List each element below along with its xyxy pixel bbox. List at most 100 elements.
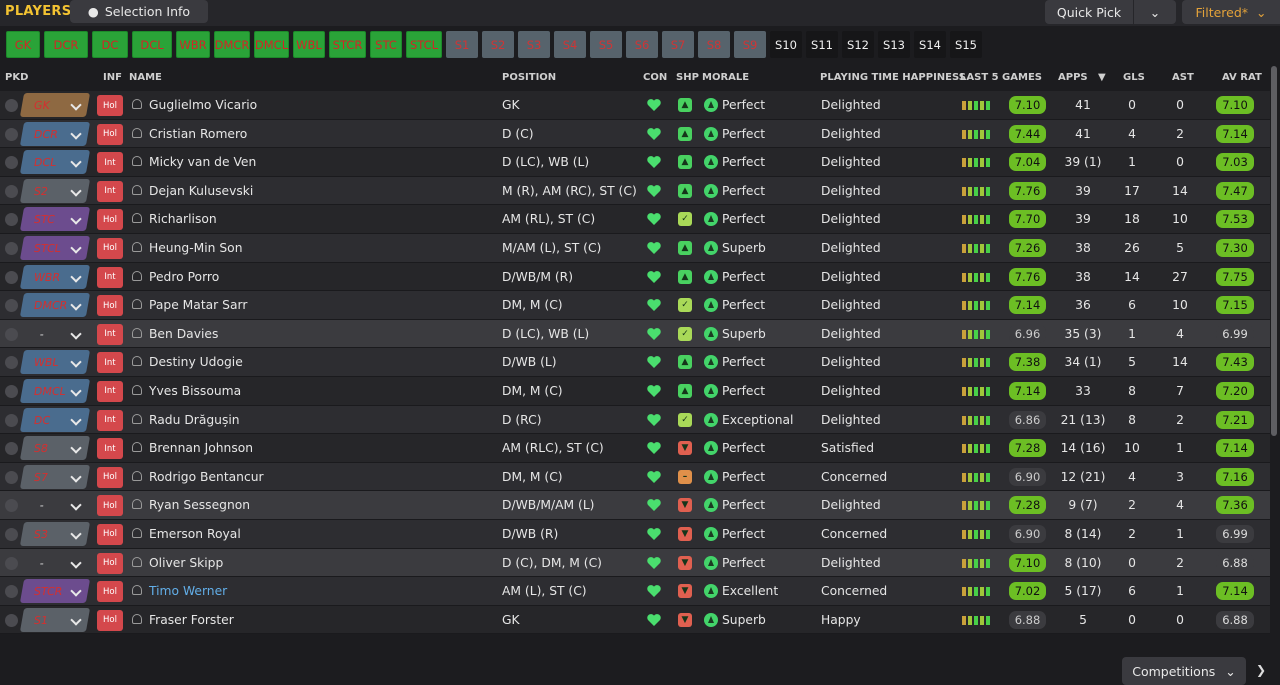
slot-dcl[interactable]: DCL <box>132 31 172 58</box>
filter-button[interactable]: Filtered* ⌄ <box>1182 0 1280 24</box>
position-selector[interactable]: S2 <box>19 178 91 203</box>
pick-checkbox[interactable] <box>5 499 18 513</box>
col-position[interactable]: POSITION <box>502 72 556 83</box>
pick-checkbox[interactable] <box>5 613 18 627</box>
next-arrow-icon[interactable]: ❯ <box>1256 663 1268 677</box>
table-row[interactable]: S7 Hol Rodrigo Bentancur DM, M (C) – Perfect C… <box>0 462 1270 492</box>
position-selector[interactable]: S1 <box>19 607 91 632</box>
col-pkd[interactable]: PKD <box>5 72 28 83</box>
pick-checkbox[interactable] <box>5 156 18 170</box>
player-name[interactable]: Pedro Porro <box>149 270 219 284</box>
pick-checkbox[interactable] <box>5 127 18 141</box>
pick-checkbox[interactable] <box>5 413 18 427</box>
player-name[interactable]: Fraser Forster <box>149 613 234 627</box>
pick-checkbox[interactable] <box>5 470 18 484</box>
position-selector[interactable]: - <box>20 493 90 517</box>
table-row[interactable]: STCR Hol Timo Werner AM (L), ST (C) ▼ Excelle… <box>0 577 1270 606</box>
player-name[interactable]: Rodrigo Bentancur <box>149 470 264 484</box>
slot-dmcr[interactable]: DMCR <box>214 31 250 58</box>
table-row[interactable]: DCR Hol Cristian Romero D (C) ▲ Perfect Deligh… <box>0 119 1270 149</box>
position-selector[interactable]: STCL <box>19 235 91 260</box>
position-selector[interactable]: DC <box>19 407 91 432</box>
selection-info-button[interactable]: ● Selection Info <box>70 0 208 23</box>
col-shp[interactable]: SHP <box>676 72 699 83</box>
pick-checkbox[interactable] <box>5 442 18 456</box>
slot-s2[interactable]: S2 <box>482 31 514 58</box>
quick-pick-dropdown[interactable]: ⌄ <box>1134 0 1176 24</box>
table-row[interactable]: GK Hol Guglielmo Vicario GK ▲ Perfect Delighte… <box>0 91 1270 120</box>
table-row[interactable]: WBR Int Pedro Porro D/WB/M (R) ▲ Perfect Delig… <box>0 262 1270 292</box>
pick-checkbox[interactable] <box>5 299 18 313</box>
slot-s15[interactable]: S15 <box>950 31 982 58</box>
pick-checkbox[interactable] <box>5 384 18 398</box>
position-selector[interactable]: WBR <box>19 264 91 289</box>
player-name[interactable]: Micky van de Ven <box>149 155 256 169</box>
table-row[interactable]: STC Hol Richarlison AM (RL), ST (C) ✓ Perfect… <box>0 205 1270 234</box>
col-name[interactable]: NAME <box>129 72 162 83</box>
player-name[interactable]: Emerson Royal <box>149 527 241 541</box>
table-row[interactable]: S3 Hol Emerson Royal D/WB (R) ▼ Perfect Concer… <box>0 519 1270 549</box>
pick-checkbox[interactable] <box>5 327 18 341</box>
slot-s4[interactable]: S4 <box>554 31 586 58</box>
position-selector[interactable]: DMCL <box>19 378 91 403</box>
pick-checkbox[interactable] <box>5 184 18 198</box>
slot-stcl[interactable]: STCL <box>406 31 442 58</box>
player-name[interactable]: Brennan Johnson <box>149 441 253 455</box>
slot-dc[interactable]: DC <box>92 31 128 58</box>
table-row[interactable]: DMCL Int Yves Bissouma DM, M (C) ▲ Perfect Del… <box>0 376 1270 406</box>
position-selector[interactable]: GK <box>19 93 91 117</box>
pick-checkbox[interactable] <box>5 99 18 112</box>
slot-dcr[interactable]: DCR <box>44 31 88 58</box>
slot-stcr[interactable]: STCR <box>329 31 366 58</box>
col-inf[interactable]: INF <box>103 72 122 83</box>
player-name[interactable]: Guglielmo Vicario <box>149 98 257 112</box>
position-selector[interactable]: S7 <box>19 464 91 489</box>
col-last5[interactable]: LAST 5 GAMES <box>960 72 1042 83</box>
col-apps[interactable]: APPS <box>1058 72 1088 83</box>
slot-s3[interactable]: S3 <box>518 31 550 58</box>
table-row[interactable]: DCL Int Micky van de Ven D (LC), WB (L) ▲ Per… <box>0 148 1270 177</box>
player-name[interactable]: Pape Matar Sarr <box>149 298 247 312</box>
competitions-button[interactable]: Competitions ⌄ <box>1122 657 1246 685</box>
col-playing-time[interactable]: PLAYING TIME HAPPINESS <box>820 72 966 83</box>
col-ast[interactable]: AST <box>1172 72 1194 83</box>
slot-s1[interactable]: S1 <box>446 31 478 58</box>
table-row[interactable]: STCL Hol Heung-Min Son M/AM (L), ST (C) ▲ Sup… <box>0 233 1270 263</box>
table-row[interactable]: DC Int Radu Drăgușin D (RC) ✓ Exceptional Deli… <box>0 405 1270 435</box>
position-selector[interactable]: - <box>20 551 90 575</box>
slot-s7[interactable]: S7 <box>662 31 694 58</box>
table-row[interactable]: WBL Int Destiny Udogie D/WB (L) ▲ Perfect Deli… <box>0 348 1270 377</box>
slot-s12[interactable]: S12 <box>842 31 874 58</box>
player-name[interactable]: Ben Davies <box>149 327 218 341</box>
quick-pick-button[interactable]: Quick Pick <box>1045 0 1133 24</box>
slot-dmcl[interactable]: DMCL <box>254 31 289 58</box>
slot-s5[interactable]: S5 <box>590 31 622 58</box>
table-row[interactable]: DMCR Hol Pape Matar Sarr DM, M (C) ✓ Perfect D… <box>0 291 1270 320</box>
player-name[interactable]: Timo Werner <box>149 584 227 598</box>
col-con[interactable]: CON <box>643 72 667 83</box>
table-row[interactable]: - Hol Oliver Skipp D (C), DM, M (C) ▼ Perfect… <box>0 548 1270 578</box>
slot-s14[interactable]: S14 <box>914 31 946 58</box>
pick-checkbox[interactable] <box>5 270 18 284</box>
position-selector[interactable]: S3 <box>19 521 91 546</box>
table-row[interactable]: S8 Int Brennan Johnson AM (RLC), ST (C) ▼ Per… <box>0 434 1270 463</box>
pick-checkbox[interactable] <box>5 356 18 370</box>
slot-s10[interactable]: S10 <box>770 31 802 58</box>
player-name[interactable]: Destiny Udogie <box>149 355 243 369</box>
slot-wbr[interactable]: WBR <box>176 31 210 58</box>
slot-s11[interactable]: S11 <box>806 31 838 58</box>
player-name[interactable]: Yves Bissouma <box>149 384 241 398</box>
slot-s13[interactable]: S13 <box>878 31 910 58</box>
slot-s6[interactable]: S6 <box>626 31 658 58</box>
position-selector[interactable]: DCL <box>19 150 91 175</box>
position-selector[interactable]: S8 <box>19 436 91 461</box>
player-name[interactable]: Cristian Romero <box>149 127 247 141</box>
table-row[interactable]: S2 Int Dejan Kulusevski M (R), AM (RC), ST … <box>0 176 1270 206</box>
player-name[interactable]: Richarlison <box>149 212 217 226</box>
slot-stc[interactable]: STC <box>370 31 402 58</box>
player-name[interactable]: Heung-Min Son <box>149 241 243 255</box>
scrollbar[interactable] <box>1271 66 1277 436</box>
pick-checkbox[interactable] <box>5 585 18 599</box>
pick-checkbox[interactable] <box>5 241 18 255</box>
slot-wbl[interactable]: WBL <box>293 31 325 58</box>
